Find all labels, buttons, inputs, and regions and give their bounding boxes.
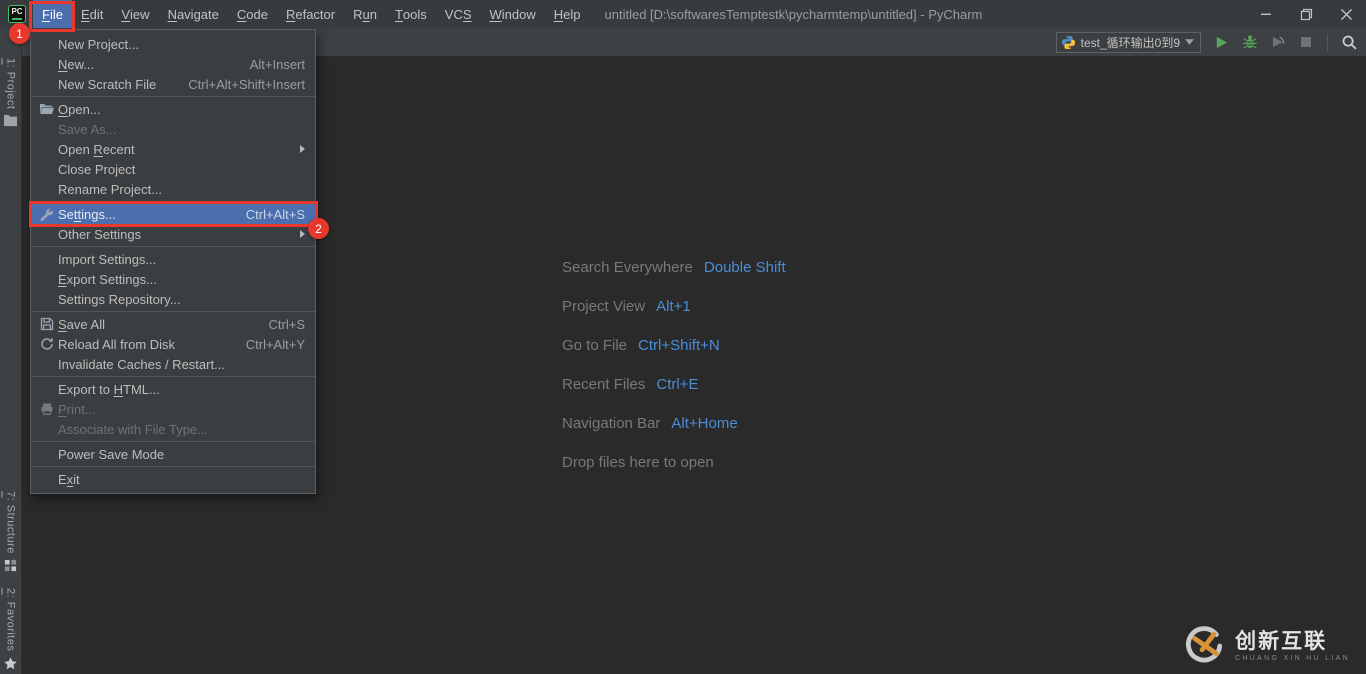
editor-hint: Navigation BarAlt+Home xyxy=(562,404,786,443)
menu-item-new-project[interactable]: New Project... xyxy=(31,34,315,54)
window-controls xyxy=(1246,0,1366,28)
menu-item-power-save-mode[interactable]: Power Save Mode xyxy=(31,444,315,464)
menu-separator xyxy=(31,466,315,467)
open-folder-icon xyxy=(39,101,58,117)
close-button[interactable] xyxy=(1326,0,1366,28)
menu-item-settings[interactable]: Settings...Ctrl+Alt+S2 xyxy=(31,204,315,224)
restore-button[interactable] xyxy=(1286,0,1326,28)
run-with-coverage-button xyxy=(1268,33,1287,52)
menu-item-associate-with-file-type: Associate with File Type... xyxy=(31,419,315,439)
window-title: untitled [D:\softwaresTemptestk\pycharmt… xyxy=(605,7,983,22)
menubar-item-refactor[interactable]: Refactor xyxy=(277,0,344,28)
menubar-item-vcs[interactable]: VCS xyxy=(436,0,481,28)
menu-item-new[interactable]: New...Alt+Insert xyxy=(31,54,315,74)
menubar-item-help[interactable]: Help xyxy=(545,0,590,28)
tool-button-1-project[interactable]: 1: Project xyxy=(3,58,18,127)
save-icon xyxy=(39,316,58,332)
tool-buttons-bottom: 7: Structure 2: Favorites xyxy=(3,491,18,674)
menu-separator xyxy=(31,311,315,312)
editor-hint: Drop files here to open xyxy=(562,443,786,482)
menu-item-rename-project[interactable]: Rename Project... xyxy=(31,179,315,199)
menu-separator xyxy=(31,201,315,202)
folder-icon xyxy=(3,114,18,127)
minimize-button[interactable] xyxy=(1246,0,1286,28)
menu-item-print: Print... xyxy=(31,399,315,419)
menu-item-other-settings[interactable]: Other Settings xyxy=(31,224,315,244)
tool-button-7-structure[interactable]: 7: Structure xyxy=(4,491,17,572)
tool-buttons-top: 1: Project xyxy=(3,58,18,127)
close-icon xyxy=(1340,8,1353,21)
shortcut-hints: Search EverywhereDouble ShiftProject Vie… xyxy=(562,248,786,482)
menu-separator xyxy=(31,376,315,377)
menubar-item-file[interactable]: File1 xyxy=(33,0,72,28)
menubar-item-run[interactable]: Run xyxy=(344,0,386,28)
menu-item-import-settings[interactable]: Import Settings... xyxy=(31,249,315,269)
file-menu-popup: New Project...New...Alt+InsertNew Scratc… xyxy=(30,29,316,494)
pycharm-logo-text: PC xyxy=(11,8,22,16)
stop-button xyxy=(1296,33,1315,52)
run-config-selector[interactable]: test_循环输出0到9 xyxy=(1056,32,1201,53)
step-badge-1: 1 xyxy=(9,23,30,44)
menu-item-exit[interactable]: Exit xyxy=(31,469,315,489)
run-button[interactable] xyxy=(1212,33,1231,52)
titlebar: PC File1EditViewNavigateCodeRefactorRunT… xyxy=(0,0,1366,28)
stop-icon xyxy=(1299,35,1313,49)
toolbar-actions xyxy=(1212,33,1359,52)
menu-item-export-to-html[interactable]: Export to HTML... xyxy=(31,379,315,399)
editor-hint: Go to FileCtrl+Shift+N xyxy=(562,326,786,365)
left-tool-window-bar: 1: Project 7: Structure 2: Favorites xyxy=(0,28,22,674)
menu-item-close-project[interactable]: Close Project xyxy=(31,159,315,179)
step-badge-2: 2 xyxy=(308,218,329,239)
dropdown-arrow-icon xyxy=(1185,39,1194,45)
wrench-icon xyxy=(39,206,58,222)
watermark-name: 创新互联 xyxy=(1235,631,1350,652)
menu-item-invalidate-caches-restart[interactable]: Invalidate Caches / Restart... xyxy=(31,354,315,374)
editor-hint: Project ViewAlt+1 xyxy=(562,287,786,326)
menu-separator xyxy=(31,96,315,97)
print-icon xyxy=(39,401,58,417)
menubar-item-window[interactable]: Window xyxy=(481,0,545,28)
menubar-item-edit[interactable]: Edit xyxy=(72,0,112,28)
menu-item-open[interactable]: Open... xyxy=(31,99,315,119)
menu-item-reload-all-from-disk[interactable]: Reload All from DiskCtrl+Alt+Y xyxy=(31,334,315,354)
editor-hint: Recent FilesCtrl+E xyxy=(562,365,786,404)
menu-item-settings-repository[interactable]: Settings Repository... xyxy=(31,289,315,309)
tool-button-2-favorites[interactable]: 2: Favorites xyxy=(3,588,18,671)
menubar-item-navigate[interactable]: Navigate xyxy=(159,0,228,28)
cx-logo-icon xyxy=(1182,626,1226,666)
run-config-label: test_循环输出0到9 xyxy=(1081,34,1180,51)
menubar-item-code[interactable]: Code xyxy=(228,0,277,28)
menu-item-save-as: Save As... xyxy=(31,119,315,139)
menu-item-open-recent[interactable]: Open Recent xyxy=(31,139,315,159)
toolbar-separator xyxy=(1327,34,1328,51)
menubar: File1EditViewNavigateCodeRefactorRunTool… xyxy=(33,0,590,28)
editor-hint: Search EverywhereDouble Shift xyxy=(562,248,786,287)
pycharm-logo-bar xyxy=(12,18,22,20)
search-icon xyxy=(1341,34,1358,51)
python-icon xyxy=(1061,35,1076,50)
star-icon xyxy=(3,656,18,671)
menu-item-save-all[interactable]: Save AllCtrl+S xyxy=(31,314,315,334)
run-with-coverage-icon xyxy=(1270,34,1286,50)
search-everywhere-button[interactable] xyxy=(1340,33,1359,52)
reload-icon xyxy=(39,336,58,352)
restore-icon xyxy=(1300,8,1313,21)
minimize-icon xyxy=(1260,8,1272,20)
menu-item-export-settings[interactable]: Export Settings... xyxy=(31,269,315,289)
watermark-subtitle: CHUANG XIN HU LIAN xyxy=(1235,655,1350,662)
submenu-arrow-icon xyxy=(300,145,305,153)
menubar-item-view[interactable]: View xyxy=(112,0,158,28)
menu-separator xyxy=(31,246,315,247)
watermark: 创新互联 CHUANG XIN HU LIAN xyxy=(1182,626,1350,666)
menu-item-new-scratch-file[interactable]: New Scratch FileCtrl+Alt+Shift+Insert xyxy=(31,74,315,94)
submenu-arrow-icon xyxy=(300,230,305,238)
debug-button[interactable] xyxy=(1240,33,1259,52)
pycharm-logo: PC xyxy=(8,5,26,23)
menu-separator xyxy=(31,441,315,442)
annotation-box-step-1 xyxy=(29,1,75,32)
menubar-item-tools[interactable]: Tools xyxy=(386,0,436,28)
structure-icon xyxy=(4,559,17,572)
debug-icon xyxy=(1242,34,1258,50)
run-icon xyxy=(1214,35,1229,50)
